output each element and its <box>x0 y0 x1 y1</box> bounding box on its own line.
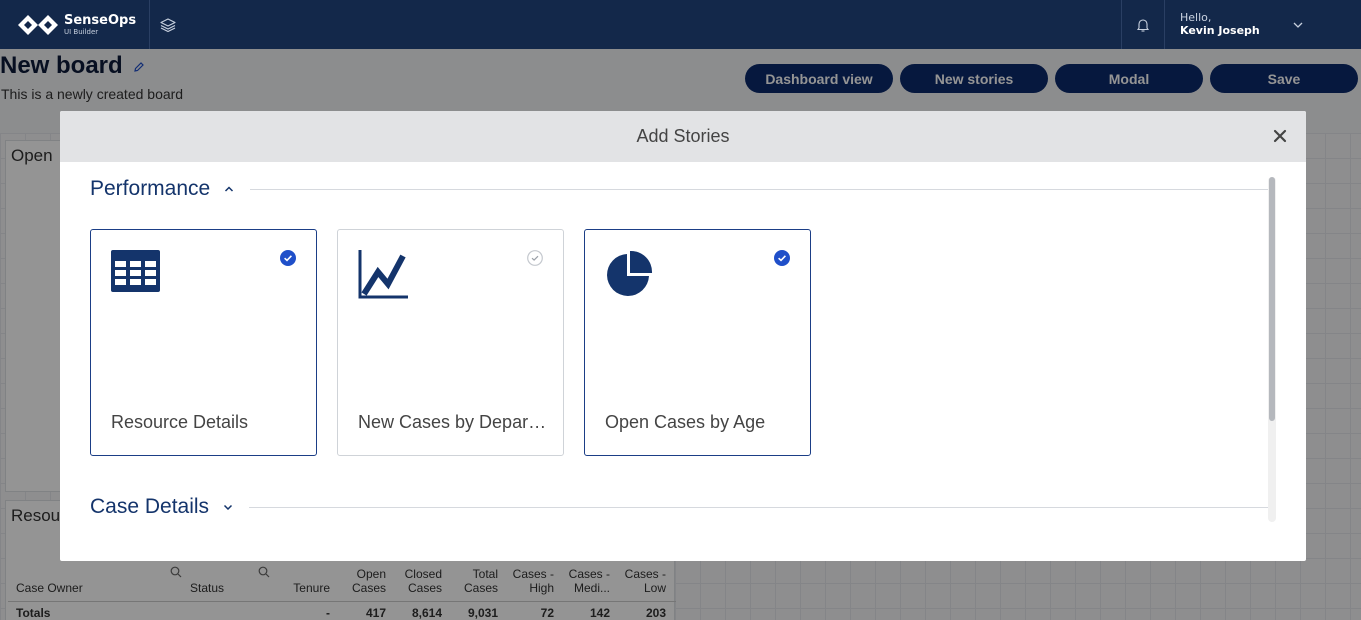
add-stories-modal: Add Stories Performance Resource Details… <box>60 111 1306 561</box>
top-bar: SenseOps UI Builder Hello, Kevin Joseph <box>0 0 1361 49</box>
chevron-down-icon <box>1293 22 1303 28</box>
app-name: SenseOps <box>64 12 137 28</box>
modal-scrollbar[interactable] <box>1268 177 1276 522</box>
story-card-new-cases-by-department[interactable]: New Cases by Department <box>337 229 564 456</box>
story-card-resource-details[interactable]: Resource Details <box>90 229 317 456</box>
user-menu[interactable]: Hello, Kevin Joseph <box>1165 0 1361 49</box>
senseops-logo-icon <box>18 14 58 35</box>
notifications-button[interactable] <box>1121 0 1165 49</box>
modal-title: Add Stories <box>636 126 730 146</box>
section-performance[interactable]: Performance <box>90 177 1270 201</box>
section-divider <box>249 506 1270 508</box>
section-title: Case Details <box>90 495 210 518</box>
close-icon[interactable] <box>1272 128 1288 144</box>
section-case-details[interactable]: Case Details <box>90 495 1270 519</box>
modal-header: Add Stories <box>60 111 1306 162</box>
table-icon <box>111 250 160 292</box>
layers-button[interactable] <box>150 0 186 49</box>
scrollbar-thumb[interactable] <box>1269 177 1275 421</box>
chevron-down-icon[interactable] <box>221 500 235 514</box>
story-card-open-cases-by-age[interactable]: Open Cases by Age <box>584 229 811 456</box>
section-divider <box>250 188 1270 190</box>
app-subtitle: UI Builder <box>64 27 99 36</box>
chevron-up-icon[interactable] <box>222 182 236 196</box>
section-title: Performance <box>90 177 211 200</box>
checkmark-selected-icon[interactable] <box>280 250 296 266</box>
story-card-label: Open Cases by Age <box>605 412 766 432</box>
story-card-label: Resource Details <box>111 412 249 432</box>
bell-icon <box>1136 18 1150 32</box>
checkmark-selected-icon[interactable] <box>774 250 790 266</box>
story-card-label: New Cases by Department <box>358 412 548 432</box>
user-greeting: Hello, <box>1180 10 1212 24</box>
checkmark-unselected-icon[interactable] <box>527 250 543 266</box>
app-logo[interactable]: SenseOps UI Builder <box>0 0 150 49</box>
layers-icon <box>160 17 176 32</box>
user-name: Kevin Joseph <box>1180 23 1260 37</box>
line-chart-icon <box>358 250 408 299</box>
pie-chart-icon <box>607 250 653 296</box>
